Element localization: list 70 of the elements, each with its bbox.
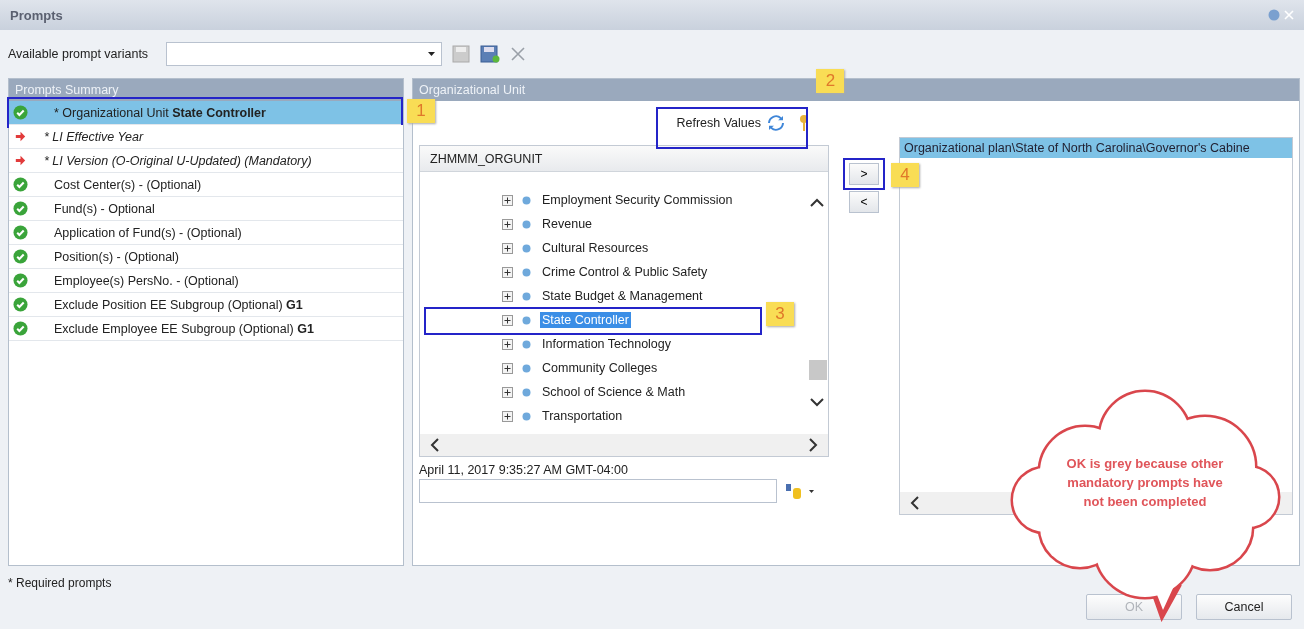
prompt-label: Employee(s) PersNo. - (Optional) [54, 273, 239, 288]
expand-icon[interactable] [502, 410, 513, 422]
tree-item[interactable]: Cultural Resources [540, 240, 651, 256]
panel-header: Prompts Summary [9, 79, 403, 101]
add-button[interactable]: > [849, 163, 879, 185]
step-badge: 3 [766, 302, 794, 326]
expand-icon[interactable] [502, 386, 513, 398]
variants-label: Available prompt variants [8, 47, 149, 61]
up-chevron-icon [810, 198, 824, 207]
dot-icon [522, 267, 531, 277]
key-icon[interactable] [799, 114, 809, 132]
tree-item[interactable]: School of Science & Math [540, 384, 688, 400]
prompt-row[interactable]: * LI Effective Year [9, 125, 403, 149]
tree-item[interactable]: Revenue [540, 216, 595, 232]
prompt-label: Cost Center(s) - (Optional) [54, 177, 202, 192]
save-as-icon[interactable] [480, 45, 501, 63]
right-chevron-icon [809, 438, 818, 452]
expand-icon[interactable] [502, 362, 513, 374]
dot-icon [522, 315, 531, 325]
prompt-label: Fund(s) - Optional [54, 201, 155, 216]
tree-item[interactable]: Employment Security Commission [540, 192, 735, 208]
expand-icon[interactable] [502, 290, 513, 302]
caret-icon [428, 52, 436, 56]
scroll-thumb[interactable] [809, 360, 827, 380]
cancel-button[interactable]: Cancel [1196, 594, 1292, 620]
dot-icon [522, 291, 531, 301]
dot-icon [522, 195, 531, 205]
dot-icon [522, 339, 531, 349]
dot-icon [522, 219, 531, 229]
expand-icon[interactable] [502, 218, 513, 230]
expand-icon[interactable] [502, 194, 513, 206]
date-label: April 11, 2017 9:35:27 AM GMT-04:00 [419, 463, 629, 477]
window-title: Prompts [10, 7, 63, 23]
refresh-button[interactable]: Refresh Values [668, 109, 793, 137]
prompt-label: * LI Version (O-Original U-Updated) (Mandatory) [44, 153, 312, 168]
prompt-label: Exclude Employee EE Subgroup (Optional) G1 [54, 321, 314, 336]
dot-icon [522, 387, 531, 397]
tree-item[interactable]: State Budget & Management [540, 288, 705, 304]
left-chevron-icon [430, 438, 439, 452]
highlight-frame [843, 158, 885, 190]
column-header: ZHMMM_ORGUNIT [420, 146, 828, 172]
step-badge: 2 [816, 69, 845, 93]
refresh-icon [767, 115, 785, 131]
callout-text: OK is grey because other mandatory prompts have not been completed [1065, 455, 1225, 511]
down-chevron-icon [810, 398, 824, 407]
tree-item[interactable]: Information Technology [540, 336, 674, 352]
list-item[interactable]: Organizational plan\State of North Carolina\Governor's Cabine [900, 138, 1292, 158]
expand-icon[interactable] [502, 338, 513, 350]
horizontal-scrollbar[interactable] [420, 434, 828, 456]
expand-icon[interactable] [502, 266, 513, 278]
prompt-label: Application of Fund(s) - (Optional) [54, 225, 242, 240]
prompt-label: Exclude Position EE Subgroup (Optional) G1 [54, 297, 303, 312]
prompt-label: * LI Effective Year [44, 129, 144, 144]
step-badge: 4 [891, 163, 919, 187]
dot-icon [522, 363, 531, 373]
tree-item[interactable]: Crime Control & Public Safety [540, 264, 710, 280]
step-badge: 1 [407, 99, 435, 123]
remove-button[interactable]: < [849, 191, 879, 213]
dot-icon [522, 243, 531, 253]
dot-icon [522, 411, 531, 421]
footnote: * Required prompts [8, 576, 113, 590]
search-field[interactable] [419, 479, 777, 503]
tree-item[interactable]: Transportation [540, 408, 625, 424]
left-chevron-icon [910, 496, 919, 510]
prompt-label: Position(s) - (Optional) [54, 249, 180, 264]
tree-item[interactable]: Community Colleges [540, 360, 660, 376]
prompt-label: * Organizational Unit State Controller [54, 105, 266, 120]
expand-icon[interactable] [502, 314, 513, 326]
search-help-icon[interactable] [785, 482, 815, 500]
expand-icon[interactable] [502, 242, 513, 254]
